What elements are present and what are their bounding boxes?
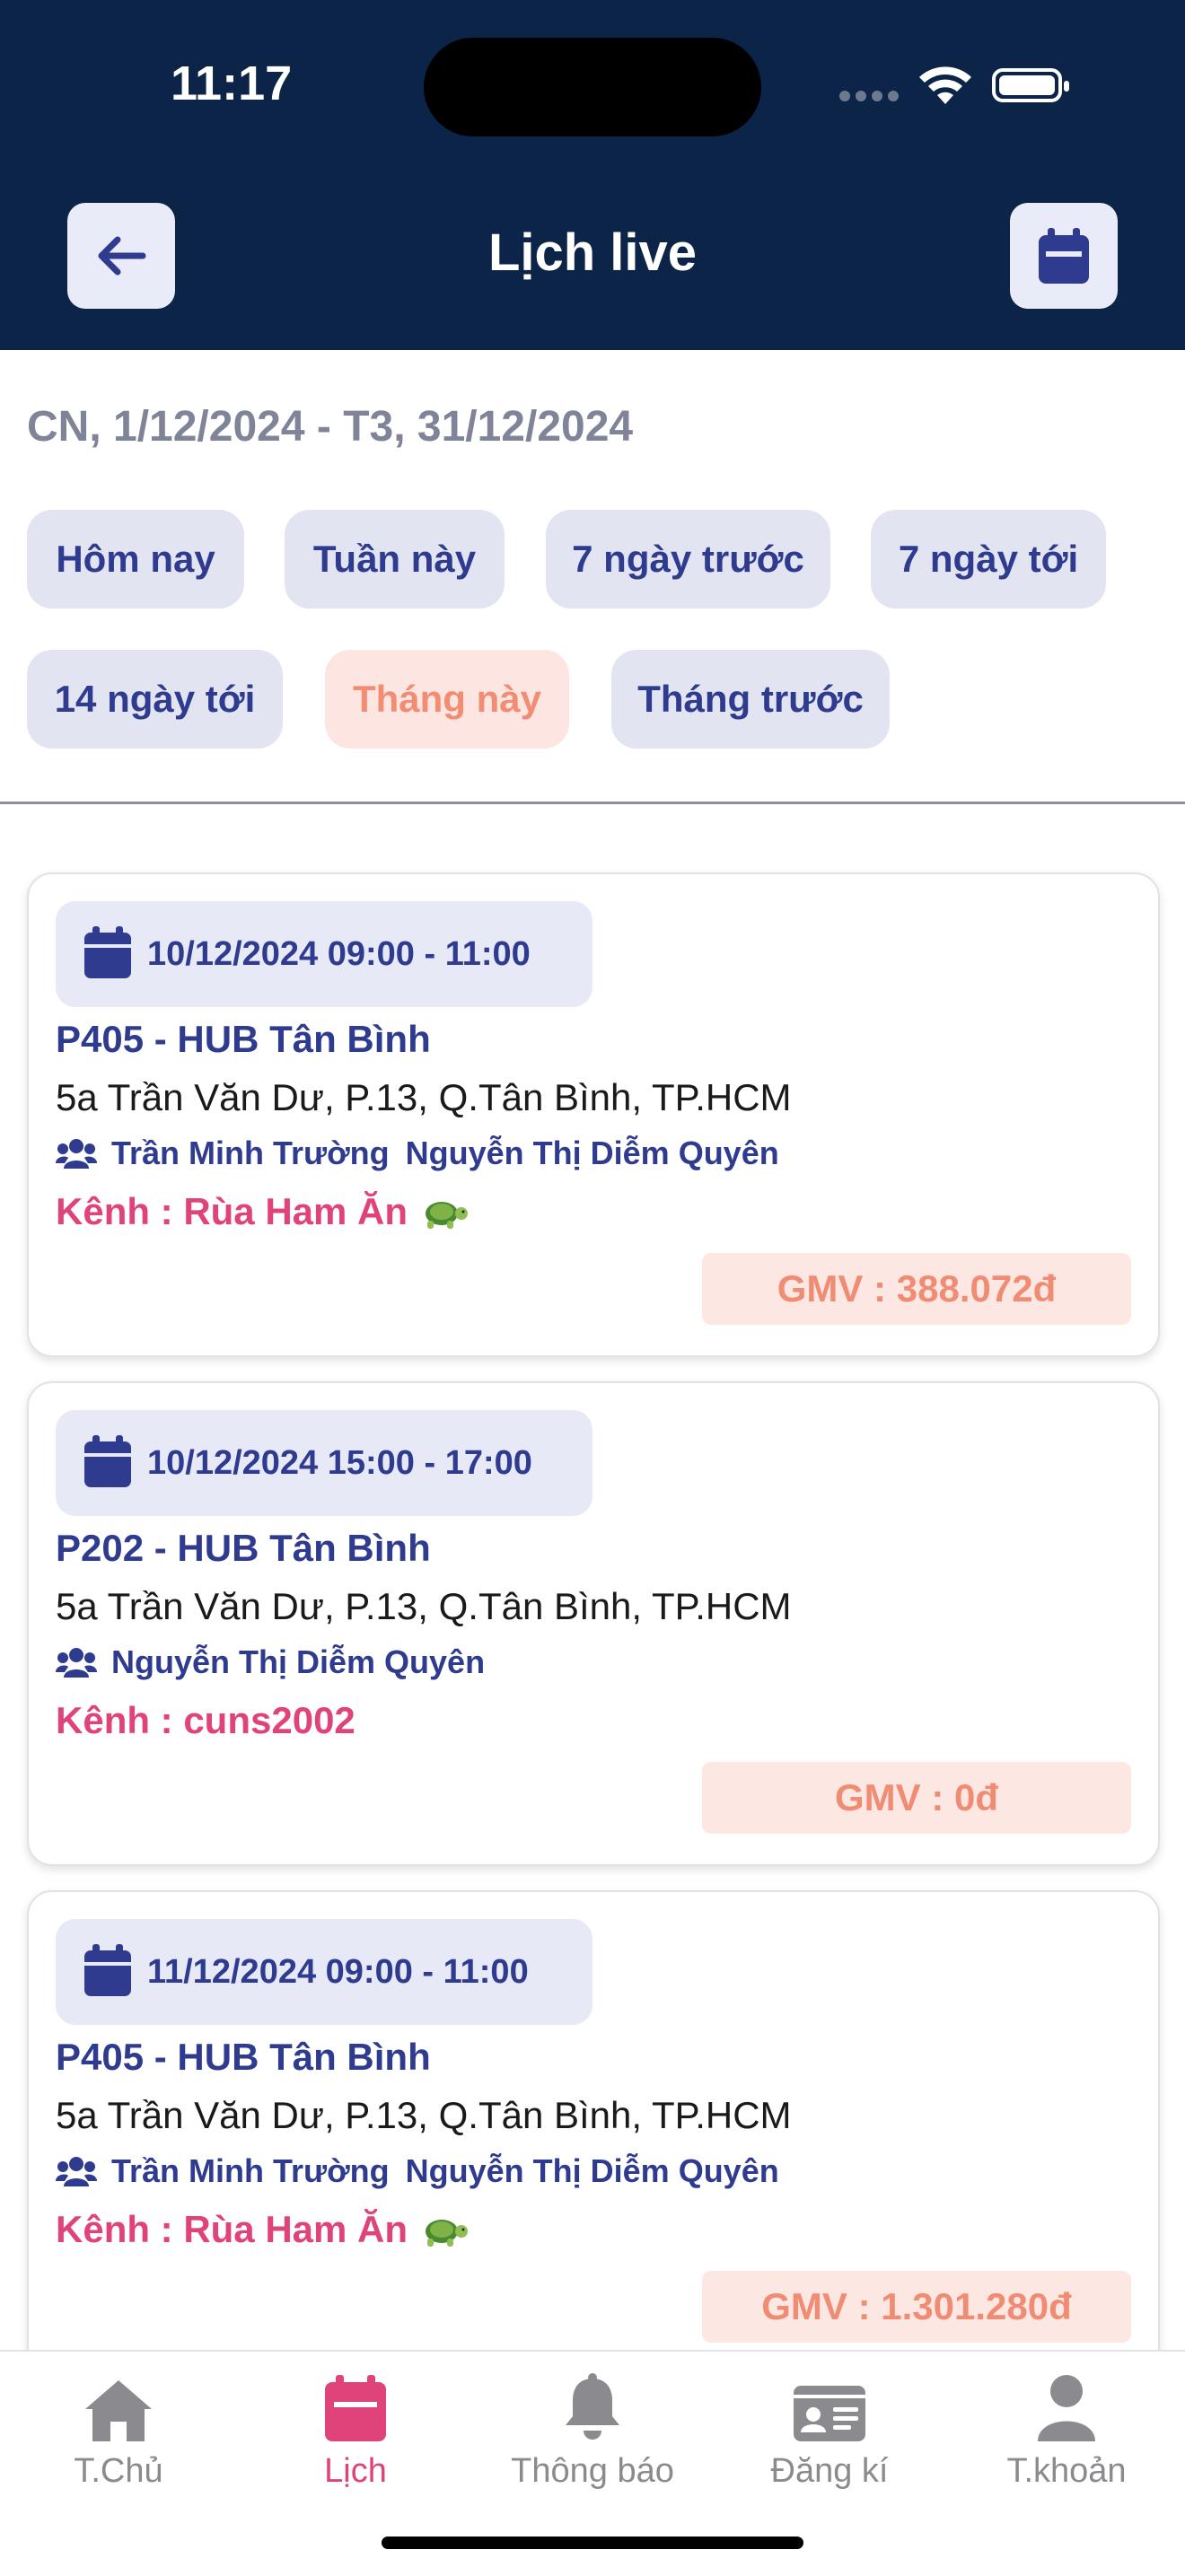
tab-label: T.khoản: [1006, 2452, 1127, 2490]
session-channel: Kênh : Rùa Ham Ăn: [56, 1190, 469, 1233]
session-address: 5a Trần Văn Dư, P.13, Q.Tân Bình, TP.HCM: [56, 1585, 792, 1627]
calendar-icon: [84, 1944, 131, 1996]
session-date-pill: 10/12/2024 15:00 - 17:00: [56, 1410, 592, 1516]
filter-last-month[interactable]: Tháng trước: [611, 650, 890, 749]
users-icon: [56, 2157, 97, 2186]
turtle-icon: [426, 2220, 469, 2247]
tab-account[interactable]: T.khoản: [948, 2370, 1185, 2513]
host-name: Trần Minh Trường: [111, 2152, 390, 2189]
tab-notifications[interactable]: Thông báo: [474, 2370, 711, 2513]
calendar-icon: [84, 1435, 131, 1487]
session-card[interactable]: 11/12/2024 09:00 - 11:00 P405 - HUB Tân …: [27, 1890, 1160, 2375]
session-room: P202 - HUB Tân Bình: [56, 1527, 431, 1569]
turtle-icon: [426, 1202, 469, 1229]
date-range-label: CN, 1/12/2024 - T3, 31/12/2024: [27, 403, 634, 451]
id-card-icon: [794, 2386, 865, 2441]
session-card[interactable]: 10/12/2024 15:00 - 17:00 P202 - HUB Tân …: [27, 1381, 1160, 1866]
session-card[interactable]: 10/12/2024 09:00 - 11:00 P405 - HUB Tân …: [27, 872, 1160, 1357]
session-channel: Kênh : Rùa Ham Ăn: [56, 2208, 469, 2251]
host-name: Nguyễn Thị Diễm Quyên: [111, 1643, 486, 1680]
filter-last-7-days[interactable]: 7 ngày trước: [546, 510, 830, 609]
users-icon: [56, 1139, 97, 1169]
calendar-icon: [1039, 228, 1089, 284]
user-icon: [1038, 2375, 1095, 2441]
gmv-badge: GMV : 388.072đ: [702, 1253, 1131, 1325]
filter-next-14-days[interactable]: 14 ngày tới: [27, 650, 283, 749]
session-address: 5a Trần Văn Dư, P.13, Q.Tân Bình, TP.HCM: [56, 2094, 792, 2136]
session-address: 5a Trần Văn Dư, P.13, Q.Tân Bình, TP.HCM: [56, 1076, 792, 1118]
calendar-picker-button[interactable]: [1010, 203, 1118, 309]
users-icon: [56, 1648, 97, 1678]
session-datetime: 10/12/2024 09:00 - 11:00: [147, 935, 531, 973]
session-datetime: 11/12/2024 09:00 - 11:00: [147, 1953, 529, 1991]
gmv-badge: GMV : 0đ: [702, 1762, 1131, 1834]
tab-calendar[interactable]: Lịch: [237, 2370, 474, 2513]
filter-this-week[interactable]: Tuần này: [285, 510, 505, 609]
session-date-pill: 10/12/2024 09:00 - 11:00: [56, 901, 592, 1007]
host-name: Nguyễn Thị Diễm Quyên: [405, 1135, 779, 1171]
calendar-icon: [325, 2375, 386, 2441]
cellular-signal-icon: [839, 90, 904, 106]
home-indicator: [382, 2537, 803, 2549]
session-hosts: Trần Minh Trường Nguyễn Thị Diễm Quyên: [56, 1135, 795, 1172]
session-datetime: 10/12/2024 15:00 - 17:00: [147, 1444, 532, 1482]
session-hosts: Nguyễn Thị Diễm Quyên: [56, 1643, 501, 1681]
calendar-icon: [84, 926, 131, 978]
tab-label: Lịch: [324, 2452, 387, 2490]
filter-this-month[interactable]: Tháng này: [325, 650, 569, 749]
divider: [0, 802, 1185, 804]
dynamic-island: [424, 38, 761, 136]
home-icon: [85, 2380, 152, 2441]
tab-home[interactable]: T.Chủ: [0, 2370, 237, 2513]
page-title: Lịch live: [487, 223, 698, 282]
tab-label: Thông báo: [511, 2452, 674, 2490]
filter-today[interactable]: Hôm nay: [27, 510, 244, 609]
host-name: Nguyễn Thị Diễm Quyên: [405, 2152, 779, 2189]
tab-register[interactable]: Đăng kí: [711, 2370, 948, 2513]
host-name: Trần Minh Trường: [111, 1135, 390, 1171]
bell-icon: [566, 2373, 619, 2440]
gmv-badge: GMV : 1.301.280đ: [702, 2271, 1131, 2343]
session-channel: Kênh : cuns2002: [56, 1699, 356, 1741]
session-hosts: Trần Minh Trường Nguyễn Thị Diễm Quyên: [56, 2152, 795, 2190]
filter-next-7-days[interactable]: 7 ngày tới: [871, 510, 1106, 609]
session-room: P405 - HUB Tân Bình: [56, 2036, 431, 2078]
tab-label: Đăng kí: [770, 2452, 889, 2490]
session-room: P405 - HUB Tân Bình: [56, 1018, 431, 1060]
session-date-pill: 11/12/2024 09:00 - 11:00: [56, 1919, 592, 2025]
app-header: 11:17 Lịch live: [0, 0, 1185, 350]
tab-label: T.Chủ: [74, 2452, 163, 2490]
status-time: 11:17: [171, 57, 293, 110]
wifi-icon: [916, 63, 975, 112]
battery-icon: [992, 68, 1069, 102]
